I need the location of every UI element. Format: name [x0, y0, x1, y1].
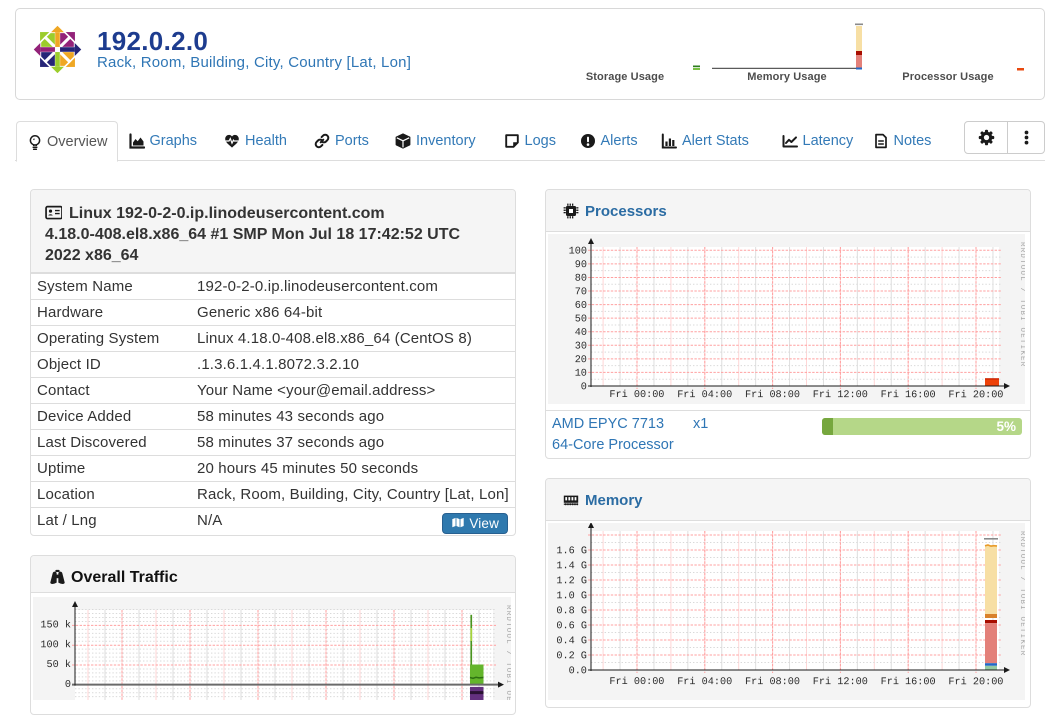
svg-text:Fri 00:00: Fri 00:00: [609, 389, 664, 401]
svg-text:1.0 G: 1.0 G: [556, 591, 587, 602]
svg-text:50: 50: [575, 314, 587, 325]
svg-text:RRDTOOL / TOBI OETIKER: RRDTOOL / TOBI OETIKER: [1018, 242, 1025, 367]
svg-text:RRDTOOL / TOBI OETIKER: RRDTOOL / TOBI OETIKER: [504, 605, 511, 700]
svg-text:20: 20: [575, 355, 587, 366]
svg-text:100 k: 100 k: [40, 639, 71, 651]
svg-text:150 k: 150 k: [40, 619, 71, 631]
svg-text:10: 10: [575, 368, 587, 379]
svg-text:90: 90: [575, 260, 587, 271]
svg-text:60: 60: [575, 300, 587, 311]
svg-text:0.2 G: 0.2 G: [556, 651, 587, 662]
svg-text:Fri 12:00: Fri 12:00: [813, 389, 868, 401]
svg-text:RRDTOOL / TOBI OETIKER: RRDTOOL / TOBI OETIKER: [1018, 531, 1025, 656]
svg-text:0.4 G: 0.4 G: [556, 636, 587, 647]
svg-text:0.6 G: 0.6 G: [556, 621, 587, 632]
svg-text:40: 40: [575, 327, 587, 338]
svg-text:Fri 20:00: Fri 20:00: [948, 676, 1003, 688]
svg-text:Fri 16:00: Fri 16:00: [881, 389, 936, 401]
svg-text:Fri 20:00: Fri 20:00: [948, 389, 1003, 401]
svg-text:Fri 16:00: Fri 16:00: [881, 676, 936, 688]
svg-text:Fri 00:00: Fri 00:00: [609, 676, 664, 688]
svg-text:Fri 08:00: Fri 08:00: [745, 389, 800, 401]
svg-text:0.8 G: 0.8 G: [556, 606, 587, 617]
svg-text:1.4 G: 1.4 G: [556, 561, 587, 572]
svg-text:30: 30: [575, 341, 587, 352]
svg-text:Fri 08:00: Fri 08:00: [745, 676, 800, 688]
svg-text:0: 0: [65, 680, 71, 691]
svg-text:Fri 04:00: Fri 04:00: [677, 389, 732, 401]
svg-text:0: 0: [581, 382, 587, 393]
svg-text:80: 80: [575, 273, 587, 284]
svg-text:100: 100: [569, 246, 587, 257]
svg-text:1.6 G: 1.6 G: [556, 546, 587, 557]
svg-text:0.0: 0.0: [569, 666, 587, 677]
svg-text:Fri 04:00: Fri 04:00: [677, 676, 732, 688]
svg-text:Fri 12:00: Fri 12:00: [813, 676, 868, 688]
svg-text:1.2 G: 1.2 G: [556, 576, 587, 587]
svg-text:70: 70: [575, 287, 587, 298]
svg-text:50 k: 50 k: [46, 659, 70, 671]
